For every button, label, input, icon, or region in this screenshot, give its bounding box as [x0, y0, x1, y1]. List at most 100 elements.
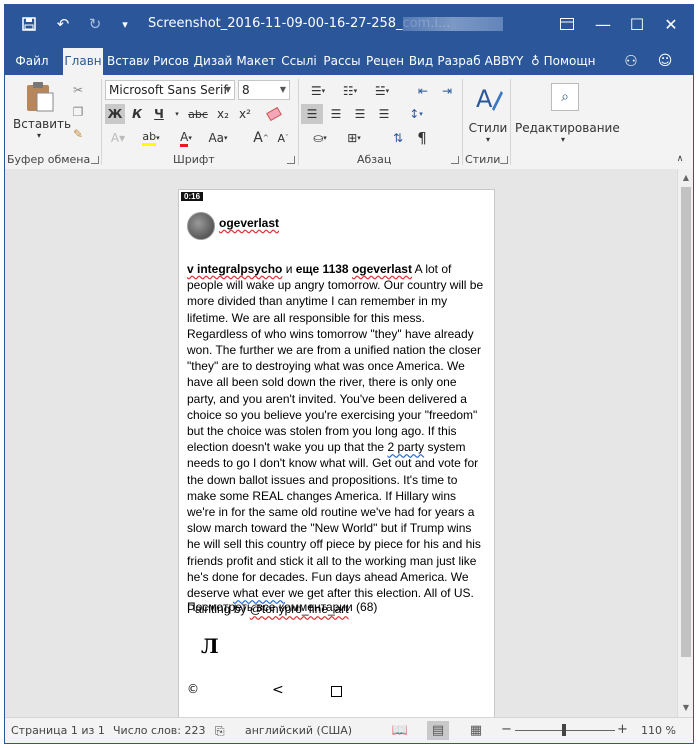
tab-layout[interactable]: Макет [236, 48, 276, 75]
styles-launcher-icon[interactable] [500, 156, 508, 164]
undo-icon[interactable]: ↶ [53, 14, 73, 34]
shrink-font-icon[interactable]: Aˇ [273, 128, 293, 148]
subscript-button[interactable]: x₂ [213, 104, 233, 124]
text-effects-icon[interactable]: A▾ [105, 128, 131, 148]
glyph-text: Л [201, 634, 219, 658]
superscript-button[interactable]: x² [235, 104, 255, 124]
clear-formatting-icon[interactable] [261, 104, 287, 124]
save-icon[interactable] [19, 14, 39, 34]
language-indicator[interactable]: английский (США) [245, 724, 352, 737]
time-label: 0:16 [181, 192, 204, 201]
align-right-icon[interactable]: ☰ [349, 104, 371, 124]
increase-indent-icon[interactable]: ⇥ [436, 81, 458, 101]
paragraph-group-label: Абзац [357, 153, 392, 166]
document-area[interactable]: 0:16 ogeverlast v integralpsycho и еще 1… [5, 169, 677, 743]
proofing-icon[interactable]: ⎘ [215, 724, 225, 739]
separator [462, 79, 463, 165]
styles-group-label: Стили [465, 153, 501, 166]
styles-button[interactable]: A Стили ▾ [467, 79, 509, 149]
caption-text-b: system needs to go I don't know what wil… [187, 440, 481, 601]
redo-icon[interactable]: ↻ [85, 14, 105, 34]
more-link: еще 1138 [295, 262, 349, 276]
numbering-icon[interactable]: ☷ ▾ [335, 81, 365, 101]
highlight-color-icon[interactable]: ab ▾ [135, 128, 167, 148]
bullets-icon[interactable]: ☰ ▾ [303, 81, 333, 101]
editing-button[interactable]: ⌕ Редактирование ▾ [515, 79, 620, 149]
zoom-level[interactable]: 110 % [641, 724, 676, 737]
paragraph-launcher-icon[interactable] [451, 156, 459, 164]
align-left-icon[interactable]: ☰ [301, 104, 323, 124]
cut-icon[interactable]: ✂ [69, 81, 87, 99]
separator [101, 79, 102, 165]
maximize-button[interactable]: ☐ [623, 11, 651, 37]
zoom-out-button[interactable]: − [501, 722, 512, 737]
show-marks-button[interactable]: ¶ [411, 128, 433, 148]
chevron-down-icon[interactable]: ▾ [173, 104, 181, 124]
tab-review[interactable]: Рецен [365, 48, 405, 75]
collapse-ribbon-icon[interactable]: ∧ [673, 153, 687, 165]
tab-home[interactable]: Главн [63, 48, 103, 75]
chevron-down-icon: ▼ [224, 85, 231, 94]
line-spacing-icon[interactable]: ↕ ▾ [401, 104, 431, 124]
tab-insert[interactable]: Встави [107, 48, 149, 75]
vertical-scrollbar[interactable]: ▲ ▼ [677, 169, 693, 717]
tab-draw[interactable]: Рисов [151, 48, 191, 75]
page-count[interactable]: Страница 1 из 1 [11, 724, 105, 737]
italic-button[interactable]: К [127, 104, 147, 124]
word-count[interactable]: Число слов: 223 [113, 724, 206, 737]
decrease-indent-icon[interactable]: ⇤ [412, 81, 434, 101]
scroll-up-icon[interactable]: ▲ [678, 171, 693, 185]
underline-button[interactable]: Ч [149, 104, 169, 124]
font-name-value: Microsoft Sans Serif [109, 83, 228, 97]
close-button[interactable]: ✕ [657, 11, 685, 37]
tab-file[interactable]: Файл [13, 48, 51, 75]
print-layout-icon[interactable]: ▤ [427, 721, 449, 740]
post-username: ogeverlast [219, 216, 280, 230]
shading-icon[interactable]: ⛀ ▾ [305, 128, 335, 148]
tab-references[interactable]: Ссылі [279, 48, 319, 75]
borders-icon[interactable]: ⊞ ▾ [339, 128, 369, 148]
paste-button[interactable]: Вставить ▾ [13, 79, 72, 140]
font-name-combo[interactable]: Microsoft Sans Serif ▼ [105, 80, 235, 100]
tab-design[interactable]: Дизай [193, 48, 233, 75]
copy-icon[interactable]: ❐ [69, 103, 87, 121]
bold-button[interactable]: Ж [105, 104, 125, 124]
align-center-icon[interactable]: ☰ [325, 104, 347, 124]
font-color-icon[interactable]: A ▾ [171, 128, 201, 148]
text-span: и [282, 262, 296, 276]
tell-me[interactable]: ♁ Помощн [531, 48, 607, 75]
change-case-icon[interactable]: Aa ▾ [203, 128, 233, 148]
sort-icon[interactable]: ⇅ [387, 128, 409, 148]
document-page[interactable]: 0:16 ogeverlast v integralpsycho и еще 1… [178, 189, 495, 743]
web-layout-icon[interactable]: ▦ [465, 721, 487, 740]
user-icon[interactable]: ⚇ [619, 48, 643, 75]
word-window: ↶ ↻ ▾ Screenshot_2016-11-09-00-16-27-258… [4, 4, 694, 744]
zoom-in-button[interactable]: + [617, 722, 628, 737]
zoom-slider-thumb[interactable] [562, 724, 566, 736]
customize-qat-icon[interactable]: ▾ [115, 14, 135, 34]
font-launcher-icon[interactable] [287, 156, 295, 164]
grow-font-icon[interactable]: A ^ [251, 128, 271, 148]
caption-two-party: 2 party [387, 440, 425, 455]
strikethrough-button[interactable]: abc [185, 104, 211, 124]
search-icon: ⌕ [551, 83, 579, 111]
justify-icon[interactable]: ☰ [373, 104, 395, 124]
ribbon-display-icon[interactable] [553, 11, 581, 37]
paste-label: Вставить [13, 117, 72, 131]
title-bar: ↶ ↻ ▾ Screenshot_2016-11-09-00-16-27-258… [5, 5, 693, 43]
read-mode-icon[interactable]: 📖 [389, 721, 411, 740]
svg-text:A: A [476, 85, 493, 113]
scroll-down-icon[interactable]: ▼ [678, 701, 693, 715]
tab-abbyy[interactable]: ABBYY [483, 48, 525, 75]
clipboard-launcher-icon[interactable] [91, 156, 99, 164]
multilevel-list-icon[interactable]: ☱ ▾ [367, 81, 397, 101]
format-painter-icon[interactable]: ✎ [69, 125, 87, 143]
scroll-thumb[interactable] [681, 187, 691, 657]
tab-developer[interactable]: Разраб [437, 48, 481, 75]
chevron-down-icon: ▼ [279, 85, 286, 94]
minimize-button[interactable]: — [589, 11, 617, 37]
tab-view[interactable]: Вид [406, 48, 436, 75]
smiley-icon[interactable]: ☺ [653, 48, 677, 75]
font-size-combo[interactable]: 8 ▼ [238, 80, 290, 100]
tab-mailings[interactable]: Рассы [322, 48, 362, 75]
